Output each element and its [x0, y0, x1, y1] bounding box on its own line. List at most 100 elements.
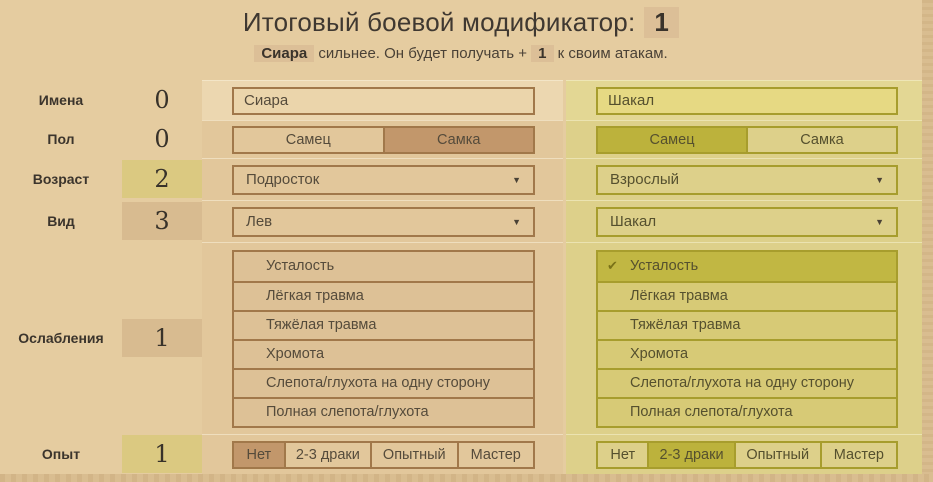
- right-exp-master-button[interactable]: Мастер: [819, 442, 896, 467]
- left-exp-few-fights-button[interactable]: 2-3 драки: [283, 442, 370, 467]
- left-debuff-item-fatigue[interactable]: Усталость: [234, 252, 533, 281]
- debuff-label: Лёгкая травма: [630, 288, 728, 304]
- score-value-names: 0: [154, 86, 170, 114]
- score-cell-names: 0: [122, 80, 202, 120]
- right-exp-few-fights-button[interactable]: 2-3 драки: [647, 442, 734, 467]
- left-debuff-item-light-injury[interactable]: Лёгкая травма: [234, 280, 533, 310]
- left-exp-master-button[interactable]: Мастер: [456, 442, 533, 467]
- left-debuff-item-full-blindness[interactable]: Полная слепота/глухота: [234, 396, 533, 426]
- right-exp-none-button[interactable]: Нет: [598, 443, 647, 467]
- row-label-experience: Опыт: [41, 446, 81, 462]
- right-debuff-item-full-blindness[interactable]: Полная слепота/глухота: [598, 396, 896, 426]
- combat-modifier-calculator: Итоговый боевой модификатор: 1 Сиара силь…: [0, 0, 933, 482]
- chevron-down-icon: ▼: [512, 174, 521, 185]
- winner-name-badge: Сиара: [254, 45, 315, 62]
- debuff-label: Усталость: [630, 258, 699, 274]
- right-gender-cell: Самец Самка: [566, 120, 922, 158]
- debuff-label: Хромота: [266, 346, 325, 362]
- left-exp-none-button[interactable]: Нет: [234, 442, 284, 467]
- header: Итоговый боевой модификатор: 1 Сиара силь…: [0, 0, 922, 80]
- debuff-label: Хромота: [630, 346, 689, 362]
- left-experience-cell: Нет 2-3 драки Опытный Мастер: [202, 434, 563, 474]
- score-cell-gender: 0: [122, 120, 202, 158]
- right-debuff-item-lameness[interactable]: Хромота: [598, 338, 896, 368]
- debuff-label: Полная слепота/глухота: [630, 404, 793, 420]
- right-debuff-item-severe-injury[interactable]: Тяжёлая травма: [598, 309, 896, 339]
- right-gender-female-button[interactable]: Самка: [746, 127, 896, 152]
- left-species-value: Лев: [246, 213, 273, 230]
- debuff-label: Тяжёлая травма: [630, 317, 741, 333]
- left-debuffs-cell: Усталость Лёгкая травма Тяжёлая травма Х…: [202, 242, 563, 434]
- right-age-value: Взрослый: [610, 171, 679, 188]
- check-icon: ✔: [607, 258, 618, 273]
- left-debuff-item-severe-injury[interactable]: Тяжёлая травма: [234, 309, 533, 339]
- left-gender-male-button[interactable]: Самец: [234, 128, 383, 152]
- result-summary: Сиара сильнее. Он будет получать + 1 к с…: [0, 45, 922, 62]
- debuff-label: Лёгкая травма: [266, 288, 364, 304]
- score-cell-age: 2: [122, 158, 202, 200]
- result-text-2: к своим атакам.: [557, 45, 668, 62]
- right-debuff-item-fatigue[interactable]: ✔ Усталость: [598, 251, 896, 281]
- row-label-names: Имена: [38, 92, 84, 108]
- chevron-down-icon: ▼: [512, 216, 521, 227]
- right-age-cell: Взрослый ▼: [566, 158, 922, 200]
- left-gender-female-button[interactable]: Самка: [382, 127, 533, 152]
- score-value-gender: 0: [154, 125, 170, 153]
- left-gender-toggle: Самец Самка: [232, 125, 535, 154]
- chevron-down-icon: ▼: [875, 216, 884, 227]
- row-label-age: Возраст: [32, 171, 90, 187]
- page-edge-right: [922, 0, 933, 482]
- left-exp-experienced-button[interactable]: Опытный: [370, 442, 456, 467]
- left-age-select[interactable]: Подросток ▼: [232, 164, 535, 195]
- left-debuff-list: Усталость Лёгкая травма Тяжёлая травма Х…: [232, 249, 535, 428]
- right-species-value: Шакал: [610, 213, 657, 230]
- left-debuff-item-one-side-blindness[interactable]: Слепота/глухота на одну сторону: [234, 367, 533, 397]
- right-debuffs-cell: ✔ Усталость Лёгкая травма Тяжёлая травма …: [566, 242, 922, 434]
- chevron-down-icon: ▼: [875, 174, 884, 185]
- right-species-cell: Шакал ▼: [566, 200, 922, 242]
- left-name-input[interactable]: [232, 86, 535, 115]
- right-experience-toggle: Нет 2-3 драки Опытный Мастер: [596, 440, 898, 469]
- left-age-value: Подросток: [246, 171, 320, 188]
- score-value-species: 3: [122, 202, 202, 240]
- debuff-label: Полная слепота/глухота: [266, 404, 429, 420]
- right-age-select[interactable]: Взрослый ▼: [596, 164, 898, 195]
- page-title: Итоговый боевой модификатор: 1: [0, 0, 922, 38]
- left-gender-cell: Самец Самка: [202, 120, 563, 158]
- debuff-label: Слепота/глухота на одну сторону: [630, 375, 855, 391]
- result-text-1: сильнее. Он будет получать +: [318, 45, 527, 62]
- left-species-select[interactable]: Лев ▼: [232, 206, 535, 237]
- score-value-age: 2: [122, 160, 202, 198]
- left-debuff-item-lameness[interactable]: Хромота: [234, 338, 533, 368]
- right-debuff-item-one-side-blindness[interactable]: Слепота/глухота на одну сторону: [598, 367, 896, 397]
- right-species-select[interactable]: Шакал ▼: [596, 206, 898, 237]
- right-name-cell: [566, 80, 922, 120]
- right-gender-toggle: Самец Самка: [596, 125, 898, 154]
- right-debuff-item-light-injury[interactable]: Лёгкая травма: [598, 280, 896, 310]
- modifier-value-badge: 1: [644, 7, 680, 38]
- left-experience-toggle: Нет 2-3 драки Опытный Мастер: [232, 440, 535, 469]
- page-edge-bottom: [0, 474, 933, 482]
- right-experience-cell: Нет 2-3 драки Опытный Мастер: [566, 434, 922, 474]
- score-value-debuffs: 1: [122, 319, 202, 357]
- right-gender-male-button[interactable]: Самец: [598, 127, 746, 152]
- row-label-species: Вид: [47, 213, 75, 229]
- right-exp-experienced-button[interactable]: Опытный: [733, 442, 820, 467]
- score-cell-species: 3: [122, 200, 202, 242]
- bonus-value-badge: 1: [531, 45, 554, 62]
- score-cell-experience: 1: [122, 434, 202, 474]
- left-name-cell: [202, 80, 563, 120]
- right-name-input[interactable]: [596, 86, 898, 115]
- score-value-experience: 1: [122, 435, 202, 473]
- debuff-label: Слепота/глухота на одну сторону: [266, 375, 491, 391]
- debuff-label: Усталость: [266, 258, 335, 274]
- calculator-grid: Имена 0 Пол 0 Самец Самка Самец Самка: [0, 80, 922, 474]
- row-label-gender: Пол: [47, 131, 75, 147]
- score-cell-debuffs: 1: [122, 242, 202, 434]
- debuff-label: Тяжёлая травма: [266, 317, 377, 333]
- row-label-debuffs: Ослабления: [18, 330, 104, 346]
- page-title-text: Итоговый боевой модификатор:: [242, 7, 636, 37]
- right-debuff-list: ✔ Усталость Лёгкая травма Тяжёлая травма …: [596, 249, 898, 428]
- left-age-cell: Подросток ▼: [202, 158, 563, 200]
- left-species-cell: Лев ▼: [202, 200, 563, 242]
